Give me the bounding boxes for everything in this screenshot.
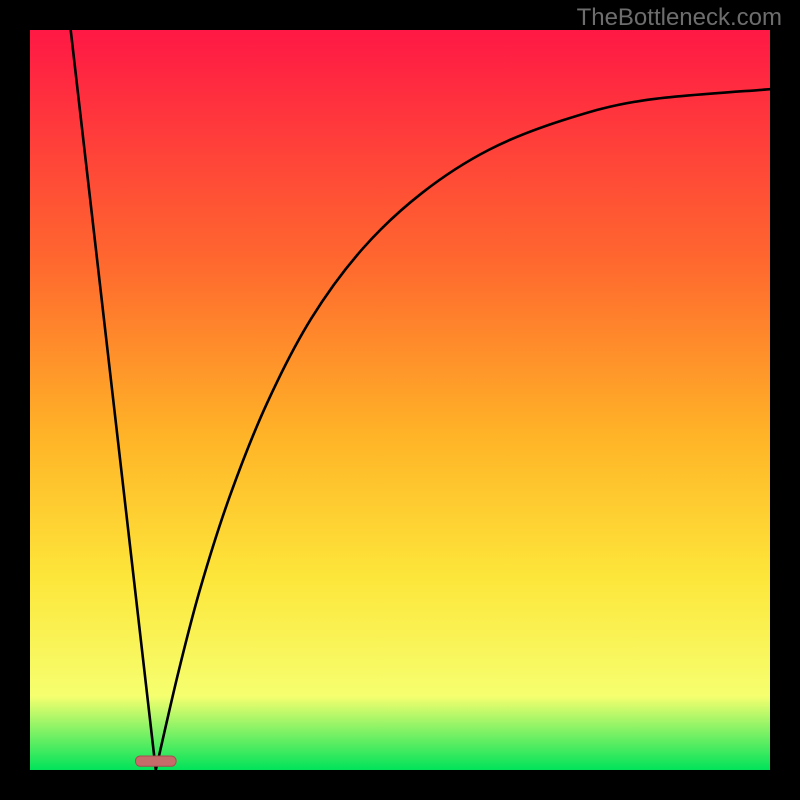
minimum-marker (135, 756, 176, 766)
gradient-background (30, 30, 770, 770)
plot-area (30, 30, 770, 770)
attribution-text: TheBottleneck.com (577, 4, 782, 32)
chart-svg (30, 30, 770, 770)
chart-root: { "attribution": "TheBottleneck.com", "c… (0, 0, 800, 800)
